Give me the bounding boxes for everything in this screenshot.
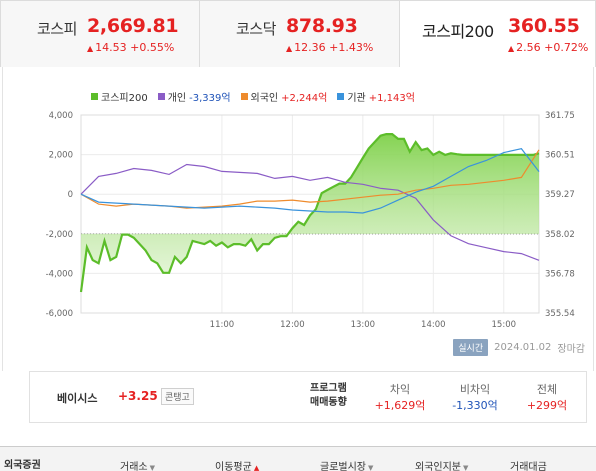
chart-panel: 코스피200 개인 -3,339억 외국인 +2,244억 기관 +1,143억 4,… [2,67,594,371]
x-tick-label: 13:00 [351,320,376,330]
y-left-tick-label: -4,000 [46,269,73,279]
x-tick-label: 15:00 [492,320,517,330]
bottom-item[interactable]: 거래소 ▼ [120,458,155,471]
chart-areas [81,134,539,292]
dropdown-arrow-icon: ▼ [149,464,155,471]
series-area-kospi200 [81,134,539,292]
y-right-tick-label: 361.75 [545,111,575,121]
program-col-header: 비차익 [459,383,491,396]
program-col-value: +299억 [526,399,568,412]
bottom-title: 외국증권 [4,460,41,471]
program-label-line1: 프로그램 [310,383,347,394]
tab-kospi-change: ▲ 14.53 +0.55% [87,41,174,54]
y-right-tick-label: 355.54 [545,309,575,319]
tab-kosdaq-value: 878.93 [286,15,358,37]
bottom-item-label: 글로벌시장 [320,462,366,471]
chart-status: 실시간 2024.01.02 장마감 [453,339,585,356]
program-col-header: 전체 [536,383,558,396]
market-state: 장마감 [557,344,585,355]
up-arrow-icon: ▲ [508,44,515,53]
program-non-arbitrage: 비차익 -1,330억 [440,382,510,414]
up-arrow-icon: ▲ [286,44,293,53]
x-tick-label: 14:00 [421,320,446,330]
tab-kosdaq[interactable]: 코스닥 878.93 ▲ 12.36 +1.43% [200,0,400,67]
bottom-item-label: 거래소 [120,462,148,471]
tab-kospi-change-text: 14.53 +0.55% [95,41,175,54]
y-left-tick-label: 4,000 [49,111,73,121]
basis-label: 베이시스 [57,392,98,405]
basis-box: 베이시스 +3.25 콘탱고 프로그램 매매동향 차익 +1,629억 비차익 … [29,371,587,423]
tab-kospi-value: 2,669.81 [87,15,179,37]
basis-value: +3.25 [118,389,158,403]
intraday-chart: 4,000 361.75 2,000 360.51 0 359.27 -2,000 358.0… [46,111,575,330]
program-col-header: 차익 [389,383,411,396]
bottom-item[interactable]: 글로벌시장 ▼ [320,458,373,471]
y-left-tick-label: -2,000 [46,230,73,240]
dropdown-arrow-icon: ▼ [463,464,469,471]
tab-kosdaq-change: ▲ 12.36 +1.43% [286,41,373,54]
tab-kospi-name: 코스피 [37,20,77,38]
basis-state-badge: 콘탱고 [161,388,194,405]
realtime-badge[interactable]: 실시간 [453,339,489,356]
bottom-item-label: 외국인지분 [415,462,461,471]
bottom-item-label: 이동평균 [215,462,252,471]
dropdown-arrow-icon: ▼ [368,464,374,471]
y-right-tick-label: 356.78 [545,269,575,279]
status-date: 2024.01.02 [494,342,552,353]
up-arrow-icon: ▲ [87,44,94,53]
y-right-tick-label: 360.51 [545,151,575,161]
program-label-line2: 매매동향 [310,397,347,408]
program-total: 전체 +299억 [512,382,582,414]
bottom-item-label: 거래대금 [510,462,547,471]
dropdown-arrow-icon: ▲ [253,464,260,471]
tab-kosdaq-change-text: 12.36 +1.43% [294,41,374,54]
index-tabs: 코스피 2,669.81 ▲ 14.53 +0.55% 코스닥 878.93 ▲ 1… [0,0,596,67]
tab-kospi200-value: 360.55 [508,15,580,37]
y-left-tick-label: -6,000 [46,309,73,319]
tab-kospi200[interactable]: 코스피200 360.55 ▲ 2.56 +0.72% [400,0,596,67]
x-tick-label: 12:00 [280,320,305,330]
tab-kospi200-change: ▲ 2.56 +0.72% [508,41,588,54]
program-arbitrage: 차익 +1,629억 [365,382,435,414]
y-right-tick-label: 359.27 [545,190,575,200]
tab-kospi200-change-text: 2.56 +0.72% [516,41,589,54]
bottom-item[interactable]: 거래대금 [510,458,547,471]
bottom-item[interactable]: 외국인지분 ▼ [415,458,468,471]
bottom-menu-bar: 외국증권 거래소 ▼ 이동평균 ▲ 글로벌시장 ▼ 외국인지분 ▼ 거래대금 [0,446,596,471]
x-tick-label: 11:00 [210,320,235,330]
tab-kospi200-name: 코스피200 [422,22,494,41]
y-right-tick-label: 358.02 [545,230,575,240]
program-trading-label: 프로그램 매매동향 [310,382,347,410]
program-col-value: -1,330억 [452,399,498,412]
y-left-tick-label: 2,000 [49,151,73,161]
tab-kosdaq-name: 코스닥 [236,20,276,38]
tab-kospi[interactable]: 코스피 2,669.81 ▲ 14.53 +0.55% [0,0,200,67]
y-left-tick-label: 0 [68,190,73,200]
program-col-value: +1,629억 [374,399,426,412]
bottom-item[interactable]: 이동평균 ▲ [215,458,259,471]
